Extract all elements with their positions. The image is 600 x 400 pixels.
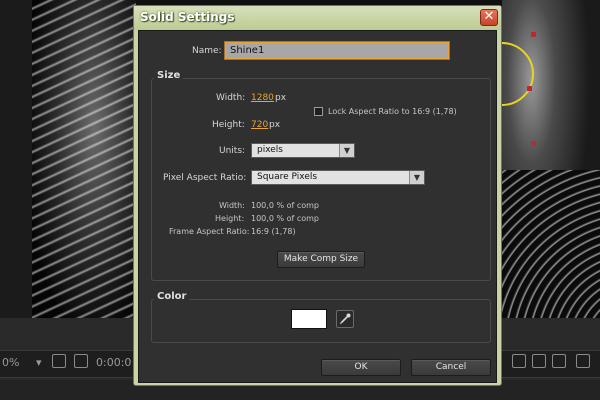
par-value: Square Pixels: [257, 172, 318, 182]
units-dropdown[interactable]: pixels ▼: [251, 143, 355, 158]
composition-image-rings: [502, 170, 600, 318]
current-time[interactable]: 0:00:0: [96, 356, 131, 369]
units-value: pixels: [257, 145, 283, 155]
height-unit: px: [269, 120, 281, 130]
dialog-title: Solid Settings: [140, 10, 235, 24]
mask-vertex-handle[interactable]: [531, 141, 536, 146]
name-label: Name:: [192, 46, 222, 56]
close-button[interactable]: ✕: [480, 9, 498, 26]
color-group-title: Color: [154, 291, 190, 302]
composition-image-left: [32, 0, 136, 318]
region-of-interest-icon[interactable]: [52, 354, 66, 368]
cancel-button[interactable]: Cancel: [411, 359, 491, 376]
height-label: Height:: [212, 120, 245, 130]
info-width-value: 100,0 % of comp: [251, 201, 320, 210]
chevron-down-icon[interactable]: ▾: [36, 356, 42, 369]
ok-button[interactable]: OK: [321, 359, 401, 376]
info-height-label: Height:: [215, 214, 245, 223]
dialog-titlebar[interactable]: Solid Settings ✕: [134, 6, 501, 30]
name-field[interactable]: Shine1: [225, 42, 449, 59]
color-swatch[interactable]: [291, 309, 327, 329]
channel-icon[interactable]: [552, 354, 566, 368]
solid-settings-dialog: Solid Settings ✕ Name: Shine1 Size Width…: [133, 5, 502, 386]
camera-view-icon[interactable]: [576, 354, 590, 368]
dialog-body: Name: Shine1 Size Width: 1280 px Lock As…: [138, 30, 497, 383]
width-label: Width:: [216, 93, 246, 103]
info-width-label: Width:: [219, 201, 245, 210]
show-snapshot-icon[interactable]: [532, 354, 546, 368]
lock-aspect-label: Lock Aspect Ratio to 16:9 (1,78): [328, 107, 457, 116]
close-icon: ✕: [483, 9, 495, 24]
width-unit: px: [275, 93, 287, 103]
make-comp-size-button[interactable]: Make Comp Size: [277, 251, 365, 268]
size-group-title: Size: [154, 70, 184, 81]
chevron-down-icon: ▼: [409, 171, 424, 184]
chevron-down-icon: ▼: [339, 144, 354, 157]
par-dropdown[interactable]: Square Pixels ▼: [251, 170, 425, 185]
info-height-value: 100,0 % of comp: [251, 214, 320, 223]
transparency-grid-icon[interactable]: [74, 354, 88, 368]
snapshot-icon[interactable]: [512, 354, 526, 368]
par-label: Pixel Aspect Ratio:: [163, 173, 247, 183]
info-frame-aspect-label: Frame Aspect Ratio:: [169, 227, 250, 236]
mask-vertex-handle[interactable]: [527, 86, 532, 91]
height-value[interactable]: 720: [251, 120, 268, 130]
eyedropper-icon: [339, 313, 351, 325]
width-value[interactable]: 1280: [251, 93, 274, 103]
zoom-level[interactable]: 0%: [2, 356, 19, 369]
lock-aspect-checkbox[interactable]: [314, 107, 323, 116]
mask-vertex-handle[interactable]: [531, 32, 536, 37]
viewer-left-edge: [0, 0, 32, 318]
units-label: Units:: [219, 146, 246, 156]
eyedropper-button[interactable]: [336, 310, 354, 328]
info-frame-aspect-value: 16:9 (1,78): [251, 227, 296, 236]
